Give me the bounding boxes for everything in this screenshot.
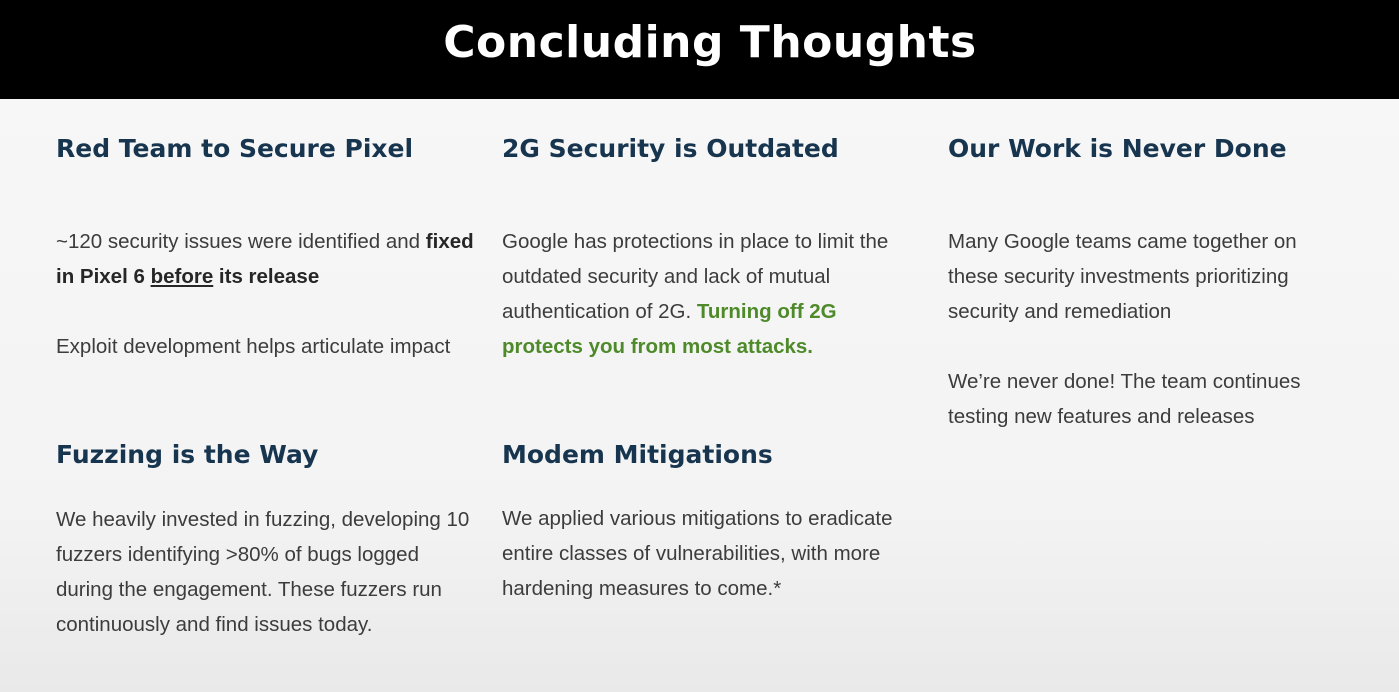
never-done-paragraph-1: Many Google teams came together on these… — [948, 230, 1297, 323]
title-bar: Concluding Thoughts — [0, 0, 1399, 99]
heading-never-done: Our Work is Never Done — [948, 134, 1287, 163]
red-team-bold-b: its release — [213, 265, 320, 288]
red-team-paragraph-2: Exploit development helps articulate imp… — [56, 335, 451, 358]
heading-red-team: Red Team to Secure Pixel — [56, 134, 414, 163]
modem-paragraph: We applied various mitigations to eradic… — [502, 507, 893, 600]
heading-modem-mitigations: Modem Mitigations — [502, 440, 773, 469]
heading-2g-security: 2G Security is Outdated — [502, 134, 839, 163]
2g-security-paragraph: Google has protections in place to limit… — [502, 224, 907, 364]
red-team-paragraph-1: ~120 security issues were identified and… — [56, 224, 476, 294]
heading-fuzzing: Fuzzing is the Way — [56, 440, 319, 469]
red-team-text: ~120 security issues were identified and — [56, 230, 421, 253]
slide-title: Concluding Thoughts — [443, 17, 977, 68]
fuzzing-paragraph: We heavily invested in fuzzing, developi… — [56, 508, 470, 636]
red-team-bold-underline: before — [150, 265, 214, 288]
never-done-paragraph-2: We’re never done! The team continues tes… — [948, 370, 1301, 428]
